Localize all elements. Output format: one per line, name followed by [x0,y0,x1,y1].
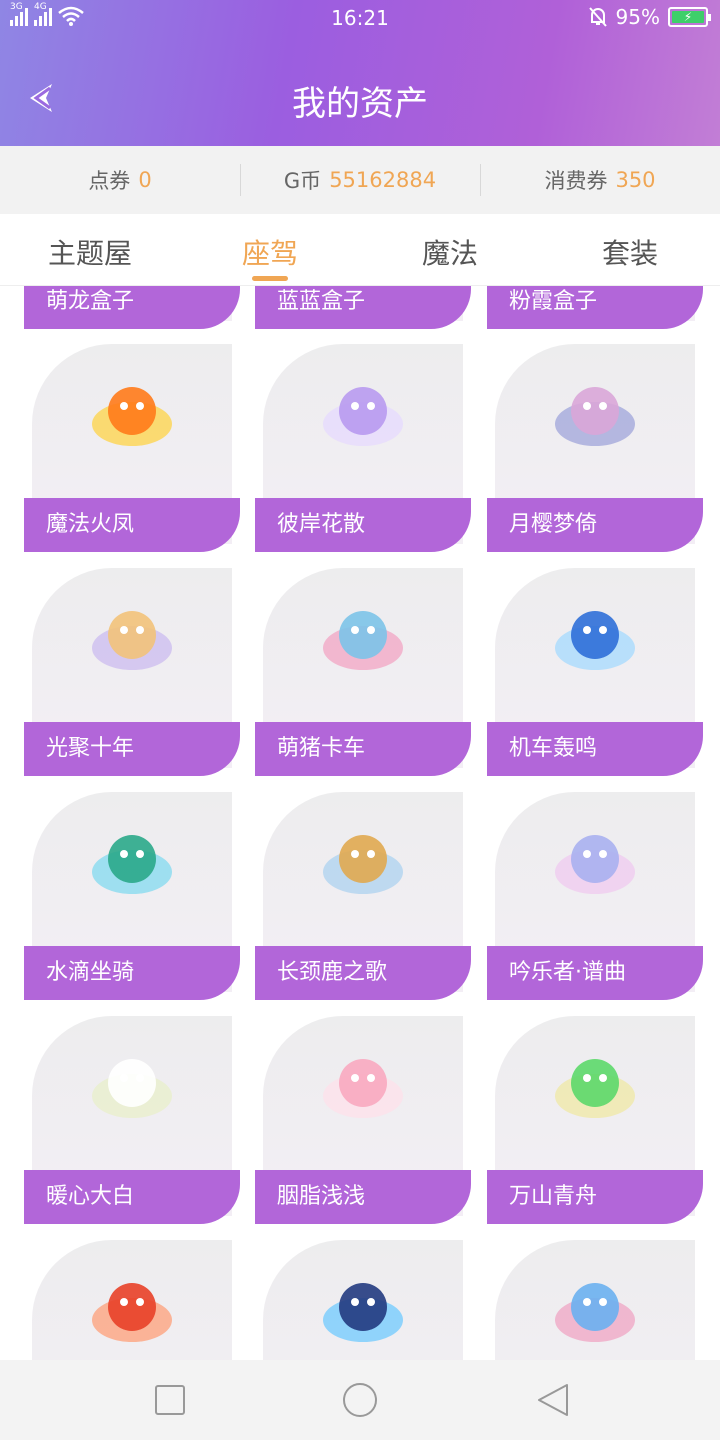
currency-gcoin: G币 55162884 [240,146,480,214]
currency-label: G币 [283,169,322,193]
currency-value: 55162884 [329,168,437,192]
fire-phoenix-icon [92,387,172,446]
currency-value: 0 [138,168,152,192]
item-name: 光聚十年 [24,722,240,776]
item-name: 萌猪卡车 [255,722,471,776]
currency-value: 350 [615,168,656,192]
item-card[interactable]: 彼岸花散 [255,344,471,552]
item-card[interactable]: 粉霞盒子 [487,286,703,329]
item-card[interactable]: 月樱梦倚 [487,344,703,552]
item-card[interactable] [255,1240,471,1360]
item-card[interactable] [487,1240,703,1360]
item-name: 蓝蓝盒子 [255,286,471,329]
bell-mute-icon [588,7,607,27]
item-card[interactable]: 胭脂浅浅 [255,1016,471,1224]
item-card[interactable]: 水滴坐骑 [24,792,240,1000]
item-name: 彼岸花散 [255,498,471,552]
golden-wing-icon [92,611,172,670]
tab-vehicle[interactable]: 座驾 [180,214,360,285]
item-name: 长颈鹿之歌 [255,946,471,1000]
item-name: 萌龙盒子 [24,286,240,329]
item-card[interactable]: 萌龙盒子 [24,286,240,329]
cherry-blossom-icon [555,387,635,446]
item-card[interactable]: 光聚十年 [24,568,240,776]
blue-motorbike-icon [555,611,635,670]
battery-percent: 95% [615,5,660,29]
green-boat-icon [555,1059,635,1118]
item-grid: 萌龙盒子 蓝蓝盒子 粉霞盒子魔法火凤 彼岸花散 月樱梦倚光聚十年 萌猪卡车 机车轰鸣水滴坐骑… [0,286,720,1360]
item-name: 魔法火凤 [24,498,240,552]
item-name: 万山青舟 [487,1170,703,1224]
category-tabs: 主题屋 座驾 魔法 套装 [0,214,720,286]
currency-label: 点券 [88,169,131,193]
item-name: 机车轰鸣 [487,722,703,776]
item-card[interactable]: 长颈鹿之歌 [255,792,471,1000]
circle-icon[interactable] [342,1382,378,1418]
giraffe-icon [323,835,403,894]
item-name: 粉霞盒子 [487,286,703,329]
currency-voucher: 消费券 350 [480,146,720,214]
blue-dragon-icon [555,1283,635,1342]
item-card[interactable]: 暖心大白 [24,1016,240,1224]
pig-truck-icon [323,611,403,670]
pink-cloud-icon [323,1059,403,1118]
item-card[interactable]: 机车轰鸣 [487,568,703,776]
red-lobster-icon [92,1283,172,1342]
purple-cloud-icon [323,387,403,446]
item-card[interactable] [24,1240,240,1360]
item-name: 水滴坐骑 [24,946,240,1000]
item-name: 暖心大白 [24,1170,240,1224]
tab-theme-house[interactable]: 主题屋 [0,214,180,285]
item-name: 吟乐者·谱曲 [487,946,703,1000]
battery-icon: ⚡ [668,7,711,27]
white-robot-icon [92,1059,172,1118]
system-nav-bar [0,1360,720,1440]
status-bar: 3G 4G 16:21 95% ⚡ [0,0,720,36]
item-name: 胭脂浅浅 [255,1170,471,1224]
page-title: 我的资产 [292,84,428,124]
item-name: 月樱梦倚 [487,498,703,552]
square-icon[interactable] [152,1382,188,1418]
blue-cube-icon [323,1283,403,1342]
tab-outfit[interactable]: 套装 [540,214,720,285]
item-card[interactable]: 萌猪卡车 [255,568,471,776]
currency-points: 点券 0 [0,146,240,214]
currency-label: 消费券 [544,169,608,193]
music-note-icon [555,835,635,894]
water-drop-icon [92,835,172,894]
item-card[interactable]: 吟乐者·谱曲 [487,792,703,1000]
triangle-back-icon[interactable] [535,1382,571,1418]
item-card[interactable]: 蓝蓝盒子 [255,286,471,329]
item-card[interactable]: 魔法火凤 [24,344,240,552]
app-header: 3G 4G 16:21 95% ⚡ 我的资产 [0,0,720,146]
tab-magic[interactable]: 魔法 [360,214,540,285]
item-card[interactable]: 万山青舟 [487,1016,703,1224]
currency-bar: 点券 0 G币 55162884 消费券 350 [0,146,720,214]
